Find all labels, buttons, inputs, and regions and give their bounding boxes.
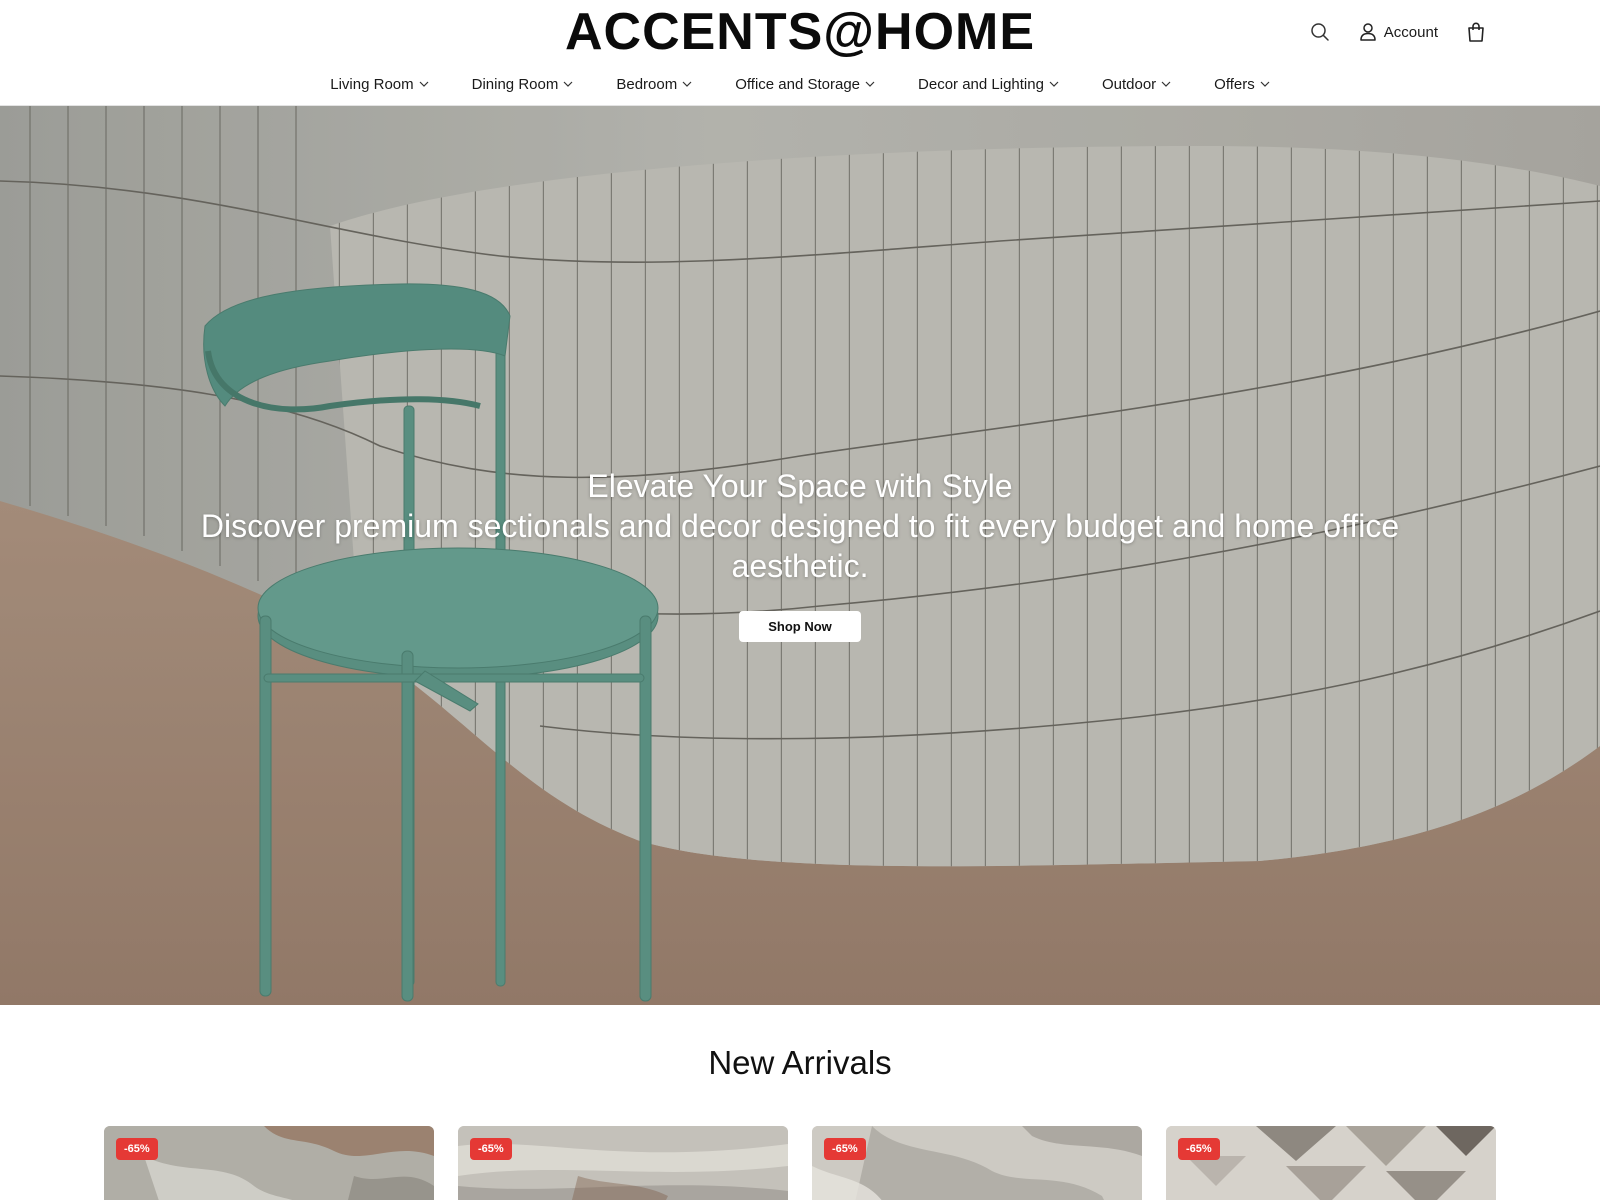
nav-item-label: Outdoor bbox=[1101, 75, 1157, 93]
chevron-down-icon bbox=[682, 81, 692, 87]
discount-badge: -65% bbox=[470, 1138, 512, 1160]
hero-title: Elevate Your Space with Style bbox=[587, 468, 1013, 504]
nav-item-office-and-storage[interactable]: Office and Storage bbox=[714, 76, 897, 93]
nav-item-label: Dining Room bbox=[471, 75, 559, 93]
product-grid: -65% -65% -65% -65% bbox=[104, 1126, 1496, 1200]
hero-banner: Elevate Your Space with Style Discover p… bbox=[0, 106, 1600, 1005]
site-header: ACCENTS@HOME Account Living Room Dining … bbox=[0, 0, 1600, 106]
nav-item-offers[interactable]: Offers bbox=[1193, 76, 1292, 93]
account-button[interactable]: Account bbox=[1360, 18, 1438, 46]
cart-button[interactable] bbox=[1464, 18, 1488, 46]
product-card[interactable]: -65% bbox=[812, 1126, 1142, 1200]
nav-item-dining-room[interactable]: Dining Room bbox=[450, 76, 595, 93]
product-card[interactable]: -65% bbox=[104, 1126, 434, 1200]
product-card[interactable]: -65% bbox=[1166, 1126, 1496, 1200]
new-arrivals-heading: New Arrivals bbox=[708, 1044, 892, 1081]
discount-badge: -65% bbox=[824, 1138, 866, 1160]
chevron-down-icon bbox=[1161, 81, 1171, 87]
chevron-down-icon bbox=[563, 81, 573, 87]
discount-badge: -65% bbox=[116, 1138, 158, 1160]
chevron-down-icon bbox=[865, 81, 875, 87]
chevron-down-icon bbox=[419, 81, 429, 87]
chevron-down-icon bbox=[1049, 81, 1059, 87]
discount-badge: -65% bbox=[1178, 1138, 1220, 1160]
search-button[interactable] bbox=[1306, 18, 1334, 46]
nav-item-living-room[interactable]: Living Room bbox=[309, 76, 450, 93]
nav-item-label: Bedroom bbox=[616, 75, 678, 93]
hero-content: Elevate Your Space with Style Discover p… bbox=[0, 466, 1600, 642]
shopping-bag-icon bbox=[1468, 22, 1484, 42]
shop-now-button[interactable]: Shop Now bbox=[739, 611, 861, 642]
nav-item-outdoor[interactable]: Outdoor bbox=[1080, 76, 1192, 93]
search-icon bbox=[1311, 23, 1329, 41]
header-actions: Account bbox=[1306, 18, 1488, 46]
nav-item-label: Living Room bbox=[330, 75, 414, 93]
user-icon bbox=[1360, 23, 1376, 41]
product-card[interactable]: -65% bbox=[458, 1126, 788, 1200]
main-navigation: Living Room Dining Room Bedroom Office a… bbox=[0, 70, 1600, 98]
hero-subtitle: Discover premium sectionals and decor de… bbox=[200, 508, 1400, 584]
nav-item-label: Office and Storage bbox=[735, 75, 861, 93]
nav-item-bedroom[interactable]: Bedroom bbox=[595, 76, 714, 93]
nav-item-label: Decor and Lighting bbox=[918, 75, 1044, 93]
chevron-down-icon bbox=[1260, 81, 1270, 87]
account-label: Account bbox=[1383, 23, 1438, 41]
nav-item-decor-and-lighting[interactable]: Decor and Lighting bbox=[897, 76, 1081, 93]
nav-item-label: Offers bbox=[1214, 75, 1255, 93]
